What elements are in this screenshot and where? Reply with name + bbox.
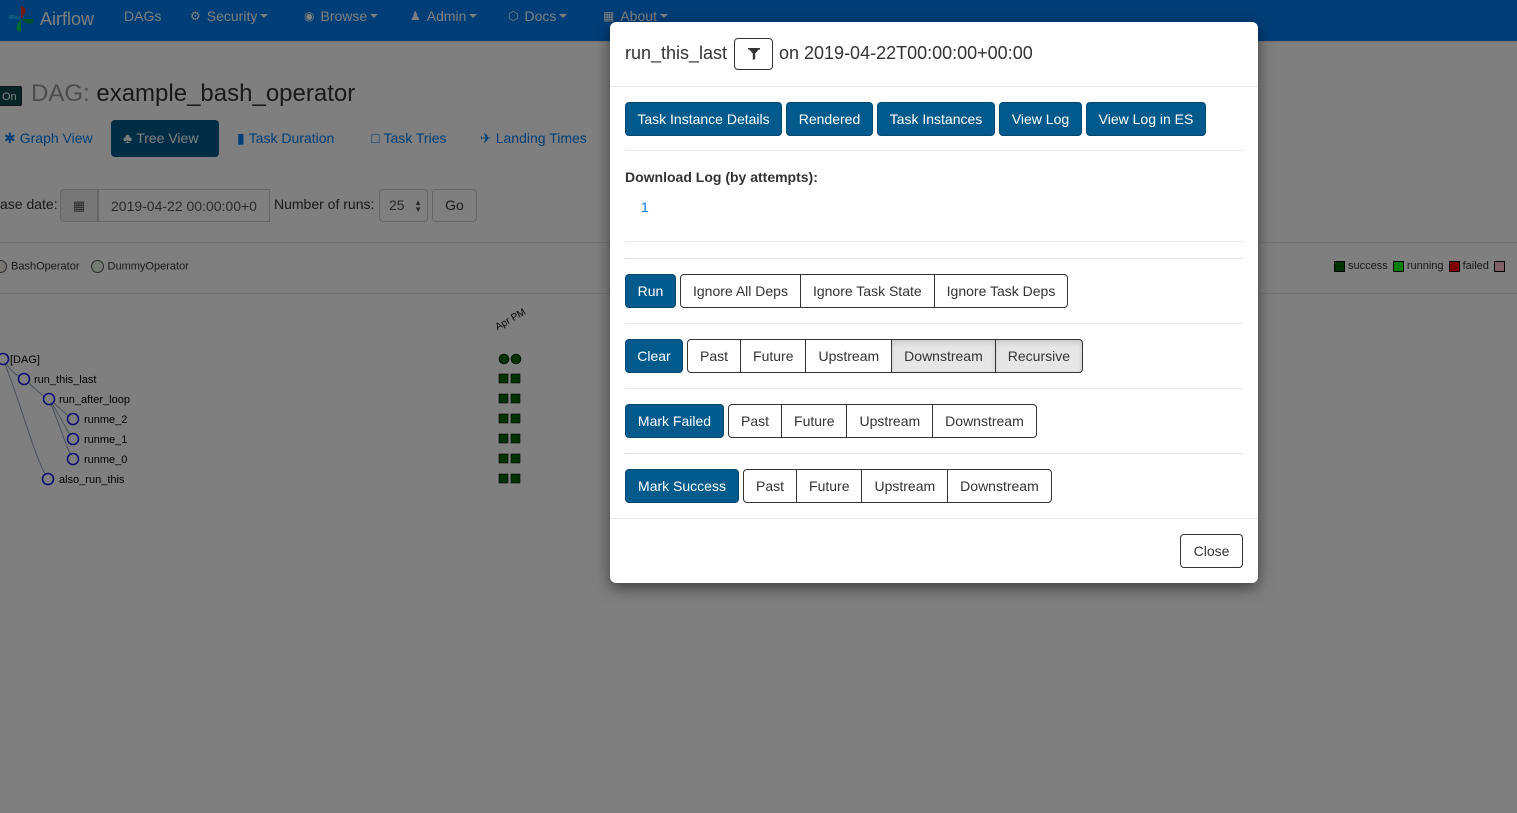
view-log-in-es-button[interactable]: View Log in ES — [1086, 102, 1206, 136]
clear-future-toggle[interactable]: Future — [740, 339, 807, 373]
modal-footer-divider — [610, 518, 1258, 519]
clear-recursive-toggle[interactable]: Recursive — [994, 339, 1084, 373]
modal-task-id: run_this_last — [625, 43, 728, 63]
mark-failed-options-group: Past Future Upstream Downstream — [728, 404, 1037, 438]
task-instances-button[interactable]: Task Instances — [877, 102, 995, 136]
download-attempt-link[interactable]: 1 — [641, 199, 649, 215]
success-upstream-toggle[interactable]: Upstream — [861, 469, 949, 503]
modal-execution-date: on 2019-04-22T00:00:00+00:00 — [779, 43, 1033, 63]
filter-icon — [747, 48, 760, 60]
ignore-task-state-toggle[interactable]: Ignore Task State — [799, 274, 935, 308]
divider — [625, 453, 1243, 454]
failed-past-toggle[interactable]: Past — [728, 404, 783, 438]
failed-future-toggle[interactable]: Future — [781, 404, 848, 438]
modal-header: run_this_last on 2019-04-22T00:00:00+00:… — [610, 22, 1258, 87]
run-button[interactable]: Run — [625, 274, 676, 308]
success-past-toggle[interactable]: Past — [743, 469, 798, 503]
clear-downstream-toggle[interactable]: Downstream — [891, 339, 996, 373]
clear-options-group: Past Future Upstream Downstream Recursiv… — [687, 339, 1084, 373]
success-future-toggle[interactable]: Future — [796, 469, 863, 503]
task-instance-details-button[interactable]: Task Instance Details — [625, 102, 782, 136]
download-log-label: Download Log (by attempts): — [625, 169, 818, 185]
ignore-task-deps-toggle[interactable]: Ignore Task Deps — [933, 274, 1069, 308]
mark-success-button[interactable]: Mark Success — [625, 469, 739, 503]
rendered-button[interactable]: Rendered — [786, 102, 873, 136]
clear-past-toggle[interactable]: Past — [687, 339, 742, 373]
failed-upstream-toggle[interactable]: Upstream — [846, 404, 934, 438]
divider — [625, 241, 1243, 242]
divider — [625, 388, 1243, 389]
clear-upstream-toggle[interactable]: Upstream — [805, 339, 893, 373]
clear-button[interactable]: Clear — [625, 339, 683, 373]
divider — [625, 150, 1243, 151]
divider — [625, 258, 1243, 259]
view-log-button[interactable]: View Log — [999, 102, 1082, 136]
failed-downstream-toggle[interactable]: Downstream — [932, 404, 1037, 438]
mark-success-options-group: Past Future Upstream Downstream — [743, 469, 1052, 503]
filter-upstream-button[interactable] — [734, 38, 773, 70]
run-options-group: Ignore All Deps Ignore Task State Ignore… — [680, 274, 1069, 308]
ignore-all-deps-toggle[interactable]: Ignore All Deps — [680, 274, 801, 308]
success-downstream-toggle[interactable]: Downstream — [947, 469, 1052, 503]
close-button[interactable]: Close — [1180, 534, 1243, 568]
mark-failed-button[interactable]: Mark Failed — [625, 404, 724, 438]
task-instance-modal: run_this_last on 2019-04-22T00:00:00+00:… — [610, 22, 1258, 583]
divider — [625, 323, 1243, 324]
